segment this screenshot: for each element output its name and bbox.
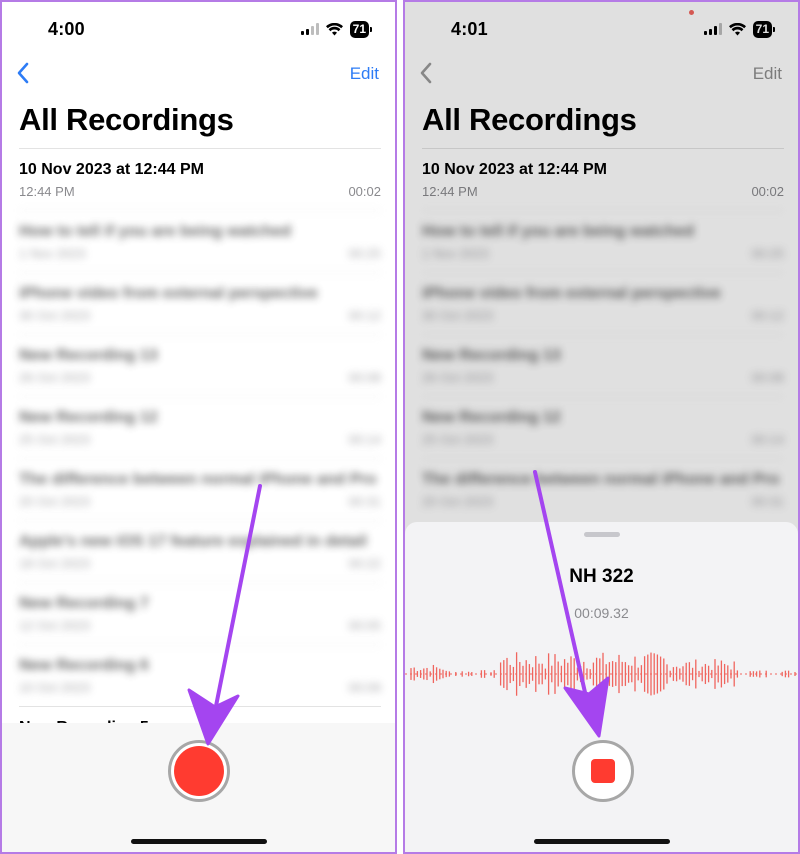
recording-date: 18 Oct 2023 bbox=[19, 556, 90, 571]
chevron-left-icon[interactable] bbox=[12, 60, 36, 86]
recording-duration: 00:14 bbox=[348, 432, 381, 447]
recording-row[interactable]: iPhone video from external perspective 3… bbox=[19, 272, 381, 334]
nav-bar: Edit bbox=[2, 58, 395, 90]
recording-row[interactable]: New Recording 13 26 Oct 2023 00:08 bbox=[19, 334, 381, 396]
recording-duration: 00:12 bbox=[348, 308, 381, 323]
recording-duration: 00:31 bbox=[348, 494, 381, 509]
recording-row[interactable]: The difference between normal iPhone and… bbox=[19, 458, 381, 520]
recording-date: 25 Oct 2023 bbox=[19, 432, 90, 447]
recording-title: iPhone video from external perspective bbox=[19, 285, 318, 302]
recording-row[interactable]: New Recording 6 10 Oct 2023 00:09 bbox=[19, 644, 381, 706]
record-button[interactable] bbox=[168, 740, 230, 802]
stop-icon bbox=[591, 759, 615, 783]
recording-timer: 00:09.32 bbox=[574, 605, 629, 621]
recording-row[interactable]: New Recording 12 25 Oct 2023 00:14 bbox=[19, 396, 381, 458]
recording-title: 10 Nov 2023 at 12:44 PM bbox=[19, 161, 204, 178]
recording-date: 20 Oct 2023 bbox=[19, 494, 90, 509]
status-time: 4:00 bbox=[48, 19, 85, 39]
recording-title: New Recording 6 bbox=[19, 657, 149, 674]
recording-date: 12 Oct 2023 bbox=[19, 618, 90, 633]
battery-icon: 71 bbox=[349, 20, 373, 38]
recording-duration: 00:02 bbox=[348, 184, 381, 199]
recording-title: New Recording 13 bbox=[19, 347, 158, 364]
page-title: All Recordings bbox=[19, 102, 234, 137]
recording-duration: 00:25 bbox=[348, 246, 381, 261]
recording-date: 1 Nov 2023 bbox=[19, 246, 86, 261]
recording-time: 12:44 PM bbox=[19, 184, 75, 199]
recording-title: Apple's new iOS 17 feature explained in … bbox=[19, 533, 367, 550]
recording-date: 26 Oct 2023 bbox=[19, 370, 90, 385]
recording-title: How to tell if you are being watched bbox=[19, 223, 292, 240]
recording-duration: 00:08 bbox=[348, 370, 381, 385]
recording-sheet: NH 322 00:09.32 bbox=[405, 522, 798, 852]
recording-date: 30 Oct 2023 bbox=[19, 308, 90, 323]
recording-duration: 00:22 bbox=[348, 556, 381, 571]
home-indicator[interactable] bbox=[533, 839, 670, 844]
recording-title: The difference between normal iPhone and… bbox=[19, 471, 377, 488]
recording-title: New Recording 7 bbox=[19, 595, 149, 612]
recording-row[interactable]: How to tell if you are being watched 1 N… bbox=[19, 210, 381, 272]
recording-duration: 00:05 bbox=[348, 618, 381, 633]
stop-button[interactable] bbox=[572, 740, 634, 802]
recording-row[interactable]: 10 Nov 2023 at 12:44 PM 12:44 PM 00:02 bbox=[19, 148, 381, 210]
recording-date: 10 Oct 2023 bbox=[19, 680, 90, 695]
recording-duration: 00:09 bbox=[348, 680, 381, 695]
recording-name[interactable]: NH 322 bbox=[405, 566, 798, 588]
waveform-icon bbox=[405, 652, 798, 696]
status-bar: 4:00 71 bbox=[2, 2, 395, 54]
home-indicator[interactable] bbox=[130, 839, 267, 844]
status-icons: 71 bbox=[300, 20, 373, 38]
edit-button[interactable]: Edit bbox=[350, 64, 379, 84]
signal-icon bbox=[300, 23, 319, 35]
record-icon bbox=[174, 746, 224, 796]
recording-row[interactable]: New Recording 7 12 Oct 2023 00:05 bbox=[19, 582, 381, 644]
wifi-icon bbox=[325, 22, 343, 35]
screenshot-panel-left: 4:00 71 Edit All Recordings 10 Nov 2023 … bbox=[0, 0, 397, 854]
recording-title: New Recording 12 bbox=[19, 409, 158, 426]
recording-row[interactable]: Apple's new iOS 17 feature explained in … bbox=[19, 520, 381, 582]
screenshot-panel-right: 4:01 71 Edit All Recordings 10 Nov 2023 … bbox=[403, 0, 800, 854]
sheet-grabber[interactable] bbox=[583, 532, 620, 537]
